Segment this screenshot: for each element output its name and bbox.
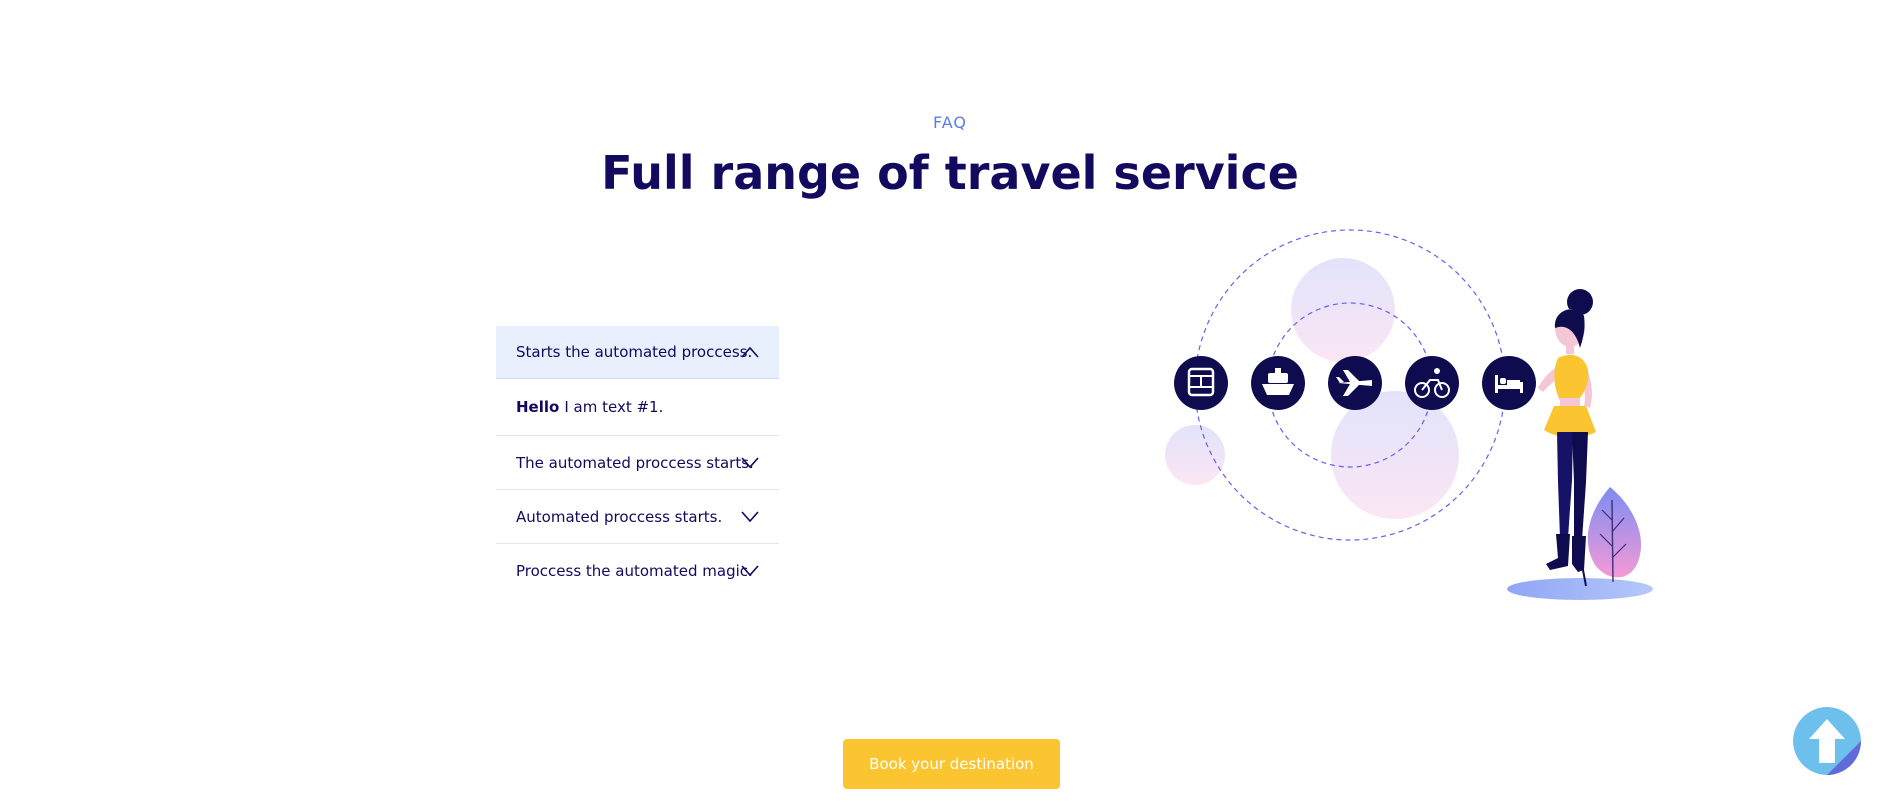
chevron-up-icon[interactable] xyxy=(741,343,759,361)
traveler-figure xyxy=(1538,289,1596,587)
faq-question-label: The automated proccess starts. xyxy=(516,453,754,472)
chevron-down-icon[interactable] xyxy=(741,454,759,472)
scroll-to-top-button[interactable] xyxy=(1793,707,1861,775)
travel-illustration xyxy=(1165,229,1653,600)
faq-question-1[interactable]: Starts the automated proccess. xyxy=(496,326,779,379)
faq-question-label: Automated proccess starts. xyxy=(516,507,723,526)
bicycle-icon xyxy=(1405,356,1459,410)
faq-question-3[interactable]: Automated proccess starts. xyxy=(496,490,779,543)
faq-answer-1: Hello I am text #1. xyxy=(496,379,779,435)
ship-icon xyxy=(1251,356,1305,410)
chevron-down-icon[interactable] xyxy=(741,508,759,526)
airplane-icon xyxy=(1328,356,1382,410)
faq-answer-text: I am text #1. xyxy=(564,398,664,416)
faq-question-2[interactable]: The automated proccess starts. xyxy=(496,436,779,489)
faq-eyebrow: FAQ xyxy=(933,113,967,132)
bed-icon xyxy=(1482,356,1536,410)
plant-illustration xyxy=(1587,487,1642,583)
page-title: Full range of travel service xyxy=(601,146,1299,200)
faq-item-3: Automated proccess starts. xyxy=(496,490,779,544)
faq-accordion: Starts the automated proccess. Hello I a… xyxy=(496,326,779,597)
faq-question-4[interactable]: Proccess the automated magic. xyxy=(496,544,779,597)
ground-shadow xyxy=(1507,578,1653,600)
chevron-down-icon[interactable] xyxy=(741,562,759,580)
book-destination-button[interactable]: Book your destination xyxy=(843,739,1060,789)
faq-question-label: Starts the automated proccess. xyxy=(516,343,753,361)
arrow-up-icon xyxy=(1793,707,1861,775)
faq-question-label: Proccess the automated magic. xyxy=(516,561,753,580)
faq-item-2: The automated proccess starts. xyxy=(496,436,779,490)
faq-item-1: Starts the automated proccess. Hello I a… xyxy=(496,326,779,436)
faq-item-4: Proccess the automated magic. xyxy=(496,544,779,597)
faq-answer-bold: Hello xyxy=(516,398,560,416)
bus-icon xyxy=(1174,356,1228,410)
